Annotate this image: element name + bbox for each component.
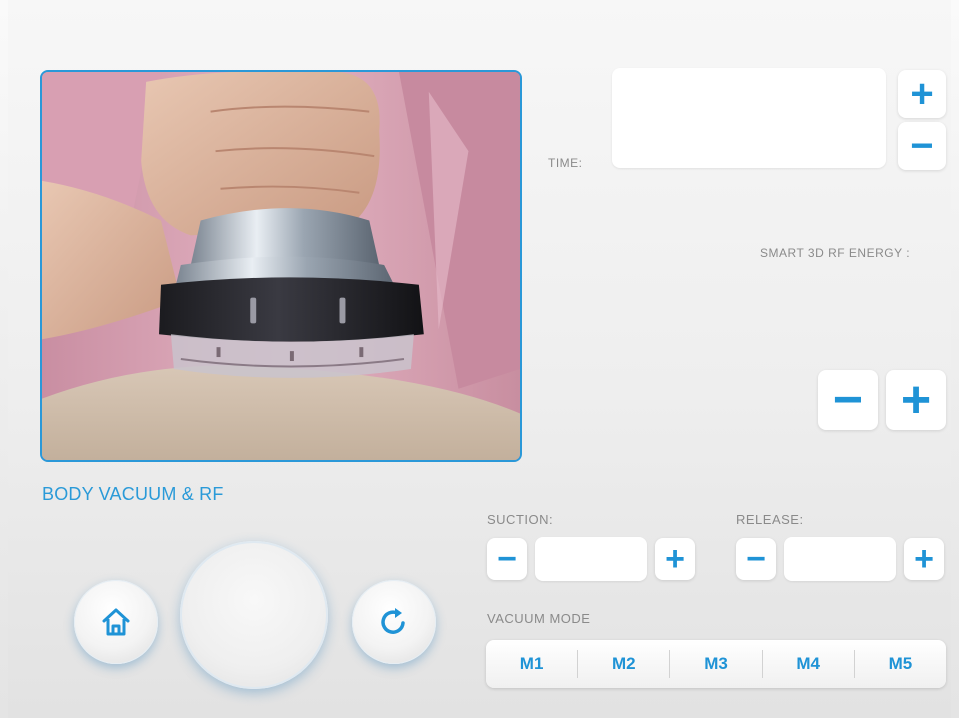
time-label: TIME: (548, 156, 583, 170)
start-button[interactable] (180, 541, 328, 689)
treatment-title: BODY VACUUM & RF (42, 484, 224, 504)
vacuum-mode-label: VACUUM MODE (487, 611, 591, 626)
plus-icon: + (900, 371, 932, 429)
time-display (612, 68, 886, 168)
release-label: RELEASE: (736, 512, 804, 527)
release-decrease-button[interactable]: − (736, 538, 776, 580)
mode-m4-button[interactable]: M4 (761, 650, 854, 678)
suction-label: SUCTION: (487, 512, 554, 527)
suction-decrease-button[interactable]: − (487, 538, 527, 580)
minus-icon: − (746, 540, 766, 578)
minus-icon: − (910, 124, 934, 168)
mode-m5-button[interactable]: M5 (853, 650, 946, 678)
energy-increase-button[interactable]: + (886, 370, 946, 430)
home-button[interactable] (74, 580, 158, 664)
plus-icon: + (910, 72, 934, 116)
minus-icon: − (832, 371, 864, 429)
mode-m3-button[interactable]: M3 (669, 650, 761, 678)
refresh-button[interactable] (352, 580, 436, 664)
treatment-photo (40, 70, 522, 462)
time-decrease-button[interactable]: − (898, 122, 946, 170)
release-display (784, 537, 896, 581)
refresh-icon (381, 608, 405, 634)
minus-icon: − (497, 540, 517, 578)
energy-label: SMART 3D RF ENERGY : (760, 246, 911, 260)
energy-decrease-button[interactable]: − (818, 370, 878, 430)
mode-m2-button[interactable]: M2 (577, 650, 669, 678)
suction-display (535, 537, 647, 581)
suction-increase-button[interactable]: + (655, 538, 695, 580)
plus-icon: + (914, 540, 934, 578)
mode-m1-button[interactable]: M1 (486, 650, 577, 678)
plus-icon: + (665, 540, 685, 578)
vacuum-mode-selector: M1 M2 M3 M4 M5 (486, 640, 946, 688)
release-increase-button[interactable]: + (904, 538, 944, 580)
time-increase-button[interactable]: + (898, 70, 946, 118)
home-icon (102, 608, 130, 636)
